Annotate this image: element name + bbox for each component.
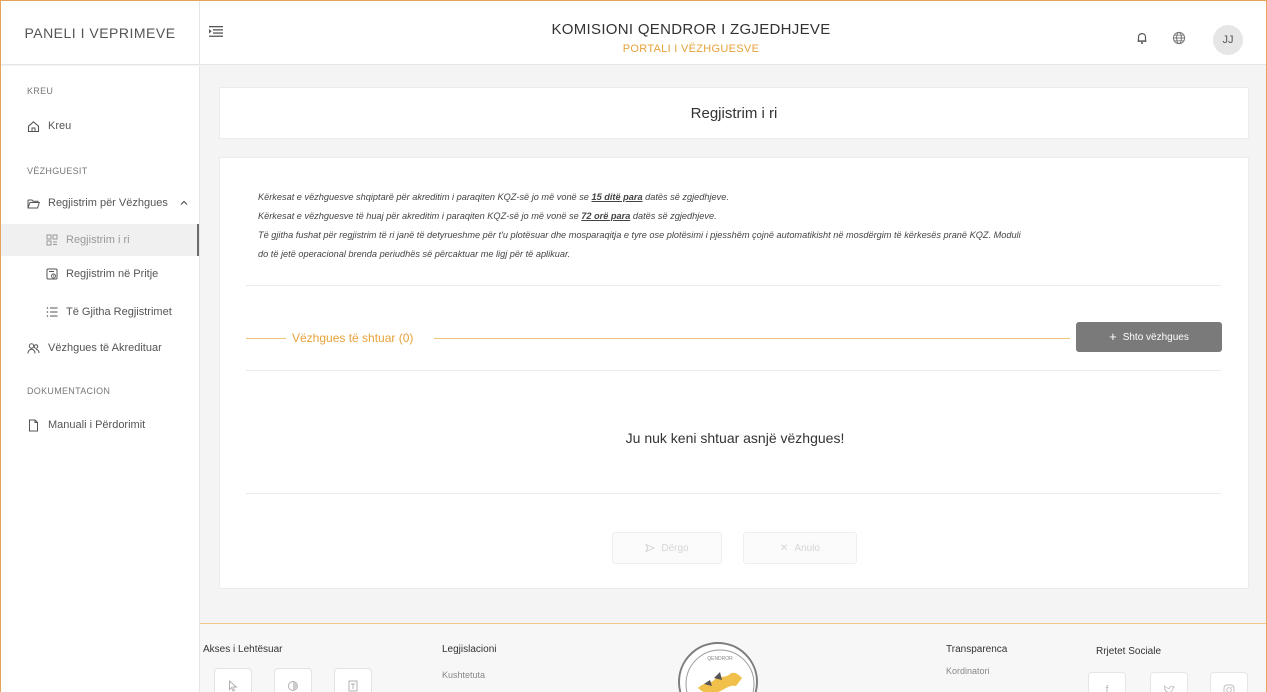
- sidebar-item-label: Manuali i Përdorimit: [48, 419, 146, 431]
- sidebar-item-new-registration[interactable]: Regjistrim i ri: [1, 224, 199, 256]
- section-label-observers: VËZHGUESIT: [27, 166, 88, 176]
- info-line-1: Kërkesat e vëzhguesve shqiptarë për akre…: [258, 188, 1228, 207]
- send-label: Dërgo: [661, 542, 689, 554]
- add-observer-button[interactable]: + Shto vëzhgues: [1076, 322, 1222, 352]
- chevron-up-icon: [180, 200, 188, 205]
- cursor-icon: [229, 680, 238, 692]
- sidebar-item-all-registrations[interactable]: Të Gjitha Regjistrimet: [1, 297, 199, 327]
- sidebar-item-home[interactable]: Kreu: [1, 111, 199, 141]
- brand-title: PANELI I VEPRIMEVE: [1, 1, 200, 65]
- add-observer-label: Shto vëzhgues: [1122, 331, 1189, 343]
- info-line-4: do të jetë operacional brenda periudhës …: [258, 249, 571, 259]
- footer-heading-accessibility: Akses i Lehtësuar: [203, 644, 283, 655]
- sidebar-item-accredited[interactable]: Vëzhgues të Akredituar: [1, 333, 199, 363]
- facebook-icon: f: [1105, 684, 1109, 692]
- svg-text:QENDROR: QENDROR: [707, 656, 733, 662]
- footer-heading-legislation: Legjislacioni: [442, 644, 497, 655]
- sidebar-item-label: Regjistrim i ri: [66, 234, 130, 246]
- divider: [246, 285, 1221, 286]
- send-icon: [645, 543, 656, 553]
- bell-icon[interactable]: [1135, 31, 1149, 45]
- pending-document-icon: [46, 268, 58, 280]
- footer-link-constitution[interactable]: Kushtetuta: [442, 670, 485, 680]
- info-text-segment: datës së zgjedhjeve.: [645, 192, 729, 202]
- sidebar-item-label: Të Gjitha Regjistrimet: [66, 306, 172, 318]
- cancel-button[interactable]: ✕ Anulo: [743, 532, 857, 564]
- sidebar-item-label: Regjistrim në Pritje: [66, 268, 159, 280]
- observers-count-label: Vëzhgues të shtuar (0): [292, 331, 414, 345]
- seal-emblem-icon: QENDROR: [685, 649, 755, 692]
- sidebar-item-pending[interactable]: Regjistrim në Pritje: [1, 259, 199, 289]
- document-icon: [29, 419, 38, 431]
- divider: [246, 493, 1221, 494]
- footer: Akses i Lehtësuar Legjislacioni Kushtetu…: [200, 623, 1266, 692]
- footer-heading-transparency: Transparenca: [946, 644, 1008, 655]
- kqz-seal-logo: QENDROR: [678, 642, 758, 692]
- header-subtitle: PORTALI I VËZHGUESVE: [622, 43, 760, 55]
- info-text-segment: Kërkesat e vëzhguesve të huaj për akredi…: [258, 211, 579, 221]
- accessibility-contrast-button[interactable]: [274, 668, 312, 692]
- text-size-icon: [348, 680, 358, 692]
- folder-open-icon: [27, 199, 40, 208]
- instagram-button[interactable]: [1210, 672, 1248, 692]
- empty-state-message: Ju nuk keni shtuar asnjë vëzhgues!: [625, 430, 845, 446]
- user-avatar[interactable]: JJ: [1213, 25, 1243, 55]
- list-icon: [46, 307, 58, 317]
- section-line-right: [434, 338, 1070, 339]
- sidebar-item-manual[interactable]: Manuali i Përdorimit: [1, 410, 199, 440]
- header-center: KOMISIONI QENDROR I ZGJEDHJEVE PORTALI I…: [501, 21, 881, 55]
- home-icon: [27, 120, 40, 132]
- app-frame: PANELI I VEPRIMEVE KOMISIONI QENDROR I Z…: [0, 0, 1267, 692]
- divider: [246, 370, 1221, 371]
- send-button[interactable]: Dërgo: [612, 532, 722, 564]
- top-header: PANELI I VEPRIMEVE KOMISIONI QENDROR I Z…: [1, 1, 1266, 65]
- facebook-button[interactable]: f: [1088, 672, 1126, 692]
- footer-link-coordinator[interactable]: Kordinatori: [946, 666, 990, 676]
- page-title: Regjistrim i ri: [219, 87, 1249, 139]
- info-text: Kërkesat e vëzhguesve shqiptarë për akre…: [258, 188, 1228, 264]
- cancel-label: Anulo: [794, 542, 820, 554]
- info-text-segment: datës së zgjedhjeve.: [632, 211, 717, 221]
- contrast-icon: [288, 681, 298, 691]
- header-title: KOMISIONI QENDROR I ZGJEDHJEVE: [551, 21, 831, 38]
- sidebar-item-registration-group[interactable]: Regjistrim për Vëzhgues: [1, 188, 199, 218]
- plus-icon: +: [1109, 329, 1117, 344]
- sidebar: KREU Kreu VËZHGUESIT Regjistrim për Vëzh…: [1, 66, 200, 692]
- deadline-highlight: 15 ditë para: [591, 192, 643, 202]
- deadline-highlight: 72 orë para: [581, 211, 631, 221]
- sidebar-item-label: Regjistrim për Vëzhgues: [48, 197, 168, 209]
- section-label-docs: DOKUMENTACION: [27, 386, 111, 396]
- twitter-icon: [1163, 685, 1175, 692]
- info-line-3: Të gjitha fushat për regjistrim të ri ja…: [258, 230, 1021, 240]
- menu-toggle-icon[interactable]: [209, 25, 223, 39]
- accessibility-cursor-button[interactable]: [214, 668, 252, 692]
- sidebar-item-label: Kreu: [48, 120, 72, 132]
- users-icon: [27, 342, 40, 354]
- info-text-segment: Kërkesat e vëzhguesve shqiptarë për akre…: [258, 192, 589, 202]
- footer-heading-social: Rrjetet Sociale: [1096, 646, 1162, 657]
- accessibility-text-button[interactable]: [334, 668, 372, 692]
- info-line-2: Kërkesat e vëzhguesve të huaj për akredi…: [258, 207, 1228, 226]
- section-line-left: [246, 338, 286, 339]
- registration-card: Kërkesat e vëzhguesve shqiptarë për akre…: [219, 157, 1249, 589]
- sidebar-item-label: Vëzhgues të Akredituar: [48, 342, 162, 354]
- registration-icon: [46, 234, 58, 246]
- section-label-home: KREU: [27, 86, 54, 96]
- twitter-button[interactable]: [1150, 672, 1188, 692]
- globe-icon[interactable]: [1172, 31, 1186, 45]
- close-icon: ✕: [780, 542, 789, 554]
- instagram-icon: [1223, 684, 1235, 692]
